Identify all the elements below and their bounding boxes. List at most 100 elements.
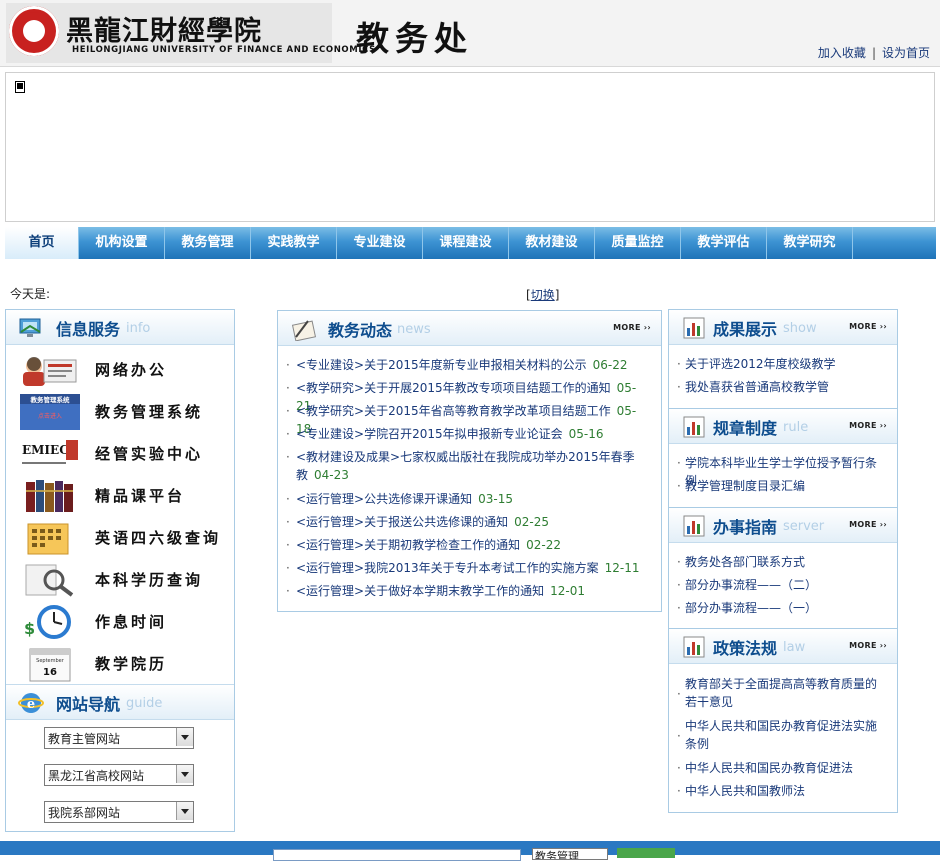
search-button[interactable] (617, 848, 675, 858)
books-icon (26, 480, 73, 512)
news-more-link[interactable]: MORE ›› (613, 323, 651, 332)
set-homepage-link[interactable]: 设为首页 (882, 46, 930, 60)
rules-panel: 规章制度 rule MORE ›› · 学院本科毕业生学士学位授予暂行条例 · 教学… (668, 408, 898, 508)
service-item-courses[interactable]: 精品课平台 (20, 476, 230, 516)
list-item[interactable]: · 部分办事流程——（二） (677, 576, 887, 594)
service-label: 精品课平台 (95, 487, 186, 505)
news-item[interactable]: · <运行管理>关于期初教学检查工作的通知 02-22 (286, 536, 642, 554)
list-item[interactable]: · 部分办事流程——（一） (677, 599, 887, 617)
achievements-panel: 成果展示 show MORE ›› · 关于评选2012年度校级教学 · 我处喜获省… (668, 309, 898, 409)
clock-icon: $ (24, 605, 71, 639)
add-favorite-link[interactable]: 加入收藏 (818, 46, 866, 60)
broken-plugin-icon (15, 81, 25, 93)
info-service-panel: 信息服务 info 网络办公 教务管理系统 点击进入 教务管理系统 EMIEC (5, 309, 235, 832)
switch-control: [切换] (526, 288, 560, 302)
service-label: 教务管理系统 (95, 403, 204, 421)
achievements-more-link[interactable]: MORE ›› (849, 322, 887, 331)
site-nav-header: e 网站导航 guide (6, 684, 234, 720)
chevron-down-icon (176, 728, 193, 746)
nav-item-academic-admin[interactable]: 教务管理 (165, 227, 251, 259)
service-item-calendar[interactable]: September 16 教学院历 (20, 644, 230, 684)
monitor-icon (19, 318, 41, 337)
news-item[interactable]: · <专业建设>学院召开2015年拟申报新专业论证会 05-16 (286, 425, 642, 443)
dept-title: 教务处 (356, 19, 473, 58)
emiec-logo-icon: EMIEC (20, 436, 80, 472)
news-panel: 教务动态 news MORE ›› · <专业建设>关于2015年度新专业申报相关… (277, 310, 662, 612)
service-label: 本科学历查询 (95, 571, 204, 589)
news-header: 教务动态 news MORE ›› (278, 311, 661, 346)
chevron-down-icon (176, 765, 193, 783)
svg-text:$: $ (24, 619, 35, 638)
site-select-education[interactable]: 教育主管网站 (44, 727, 194, 749)
search-input[interactable] (273, 849, 521, 861)
school-seal-icon (9, 6, 59, 56)
nav-item-home[interactable]: 首页 (5, 227, 79, 259)
nav-item-evaluation[interactable]: 教学评估 (681, 227, 767, 259)
list-item[interactable]: · 关于评选2012年度校级教学 (677, 355, 887, 373)
news-item[interactable]: · <运行管理>我院2013年关于专升本考试工作的实施方案 12-11 (286, 559, 642, 577)
news-item[interactable]: · <教材建设及成果>七家权威出版社在我院成功举办2015年春季教 04-23 (286, 448, 636, 484)
calendar-month-text: September (36, 658, 65, 664)
site-nav-sub: guide (126, 696, 163, 711)
achievements-title: 成果展示 (713, 320, 778, 339)
service-item-cet[interactable]: 英语四六级查询 (20, 518, 230, 558)
service-item-lab[interactable]: EMIEC 经管实验中心 (20, 434, 230, 474)
search-category-select[interactable]: 教务管理 (532, 848, 608, 860)
select-value: 我院系部网站 (48, 806, 121, 820)
news-item[interactable]: · <运行管理>关于做好本学期末教学工作的通知 12-01 (286, 582, 642, 600)
nav-item-major[interactable]: 专业建设 (337, 227, 423, 259)
info-service-header: 信息服务 info (6, 310, 234, 345)
list-item[interactable]: · 教务处各部门联系方式 (677, 553, 887, 571)
info-service-title: 信息服务 (56, 320, 121, 339)
bar-chart-icon (683, 416, 705, 438)
rules-more-link[interactable]: MORE ›› (849, 421, 887, 430)
nav-item-quality[interactable]: 质量监控 (595, 227, 681, 259)
service-guide-header: 办事指南 server MORE ›› (669, 508, 897, 543)
rules-header: 规章制度 rule MORE ›› (669, 409, 897, 444)
news-item[interactable]: · <运行管理>关于报送公共选修课的通知 02-25 (286, 513, 642, 531)
site-select-departments[interactable]: 我院系部网站 (44, 801, 194, 823)
nav-item-textbook[interactable]: 教材建设 (509, 227, 595, 259)
service-guide-title: 办事指南 (713, 518, 778, 537)
chevron-down-icon (176, 802, 193, 820)
policy-law-panel: 政策法规 law MORE ›› · 教育部关于全面提高高等教育质量的若干意见 ·… (668, 628, 898, 813)
news-item[interactable]: · <运行管理>公共选修课开课通知 03-15 (286, 490, 642, 508)
list-item[interactable]: · 我处喜获省普通高校教学管 (677, 378, 887, 396)
school-name-en: HEILONGJIANG UNIVERSITY OF FINANCE AND E… (72, 45, 376, 55)
policy-law-more-link[interactable]: MORE ›› (849, 641, 887, 650)
service-item-degree[interactable]: 本科学历查询 (20, 560, 230, 600)
news-sub: news (397, 322, 431, 337)
notebook-icon (291, 320, 316, 341)
service-guide-more-link[interactable]: MORE ›› (849, 520, 887, 529)
news-item[interactable]: · <专业建设>关于2015年度新专业申报相关材料的公示 06-22 (286, 356, 642, 374)
nav-item-practice[interactable]: 实践教学 (251, 227, 337, 259)
service-label: 作息时间 (95, 613, 168, 631)
nav-item-research[interactable]: 教学研究 (767, 227, 853, 259)
header-links: 加入收藏 | 设为首页 (818, 44, 930, 61)
switch-link[interactable]: 切换 (531, 288, 555, 302)
cet-query-icon (27, 523, 69, 555)
service-item-schedule[interactable]: $ 作息时间 (20, 602, 230, 642)
browser-globe-icon: e (18, 693, 44, 713)
list-item[interactable]: · 中华人民共和国民办教育促进法 (677, 759, 887, 777)
bar-chart-icon (683, 636, 705, 658)
calendar-icon: September 16 (29, 648, 71, 682)
service-item-academic-system[interactable]: 教务管理系统 点击进入 教务管理系统 (20, 392, 230, 432)
list-item[interactable]: · 中华人民共和国教师法 (677, 782, 887, 800)
achievements-sub: show (783, 321, 817, 336)
achievements-header: 成果展示 show MORE ›› (669, 310, 897, 345)
info-service-sub: info (126, 321, 151, 336)
select-value: 黑龙江省高校网站 (48, 769, 145, 783)
list-item[interactable]: · 教学管理制度目录汇编 (677, 477, 887, 495)
site-select-universities[interactable]: 黑龙江省高校网站 (44, 764, 194, 786)
list-item[interactable]: · 教育部关于全面提高高等教育质量的若干意见 (677, 675, 887, 711)
service-item-office[interactable]: 网络办公 (20, 350, 230, 390)
rules-title: 规章制度 (713, 419, 778, 438)
list-item[interactable]: · 中华人民共和国民办教育促进法实施条例 (677, 717, 887, 753)
degree-query-icon (25, 564, 74, 597)
network-office-icon (23, 357, 77, 386)
nav-item-course[interactable]: 课程建设 (423, 227, 509, 259)
nav-item-organization[interactable]: 机构设置 (79, 227, 165, 259)
service-label: 教学院历 (95, 655, 168, 673)
policy-law-sub: law (783, 640, 806, 655)
